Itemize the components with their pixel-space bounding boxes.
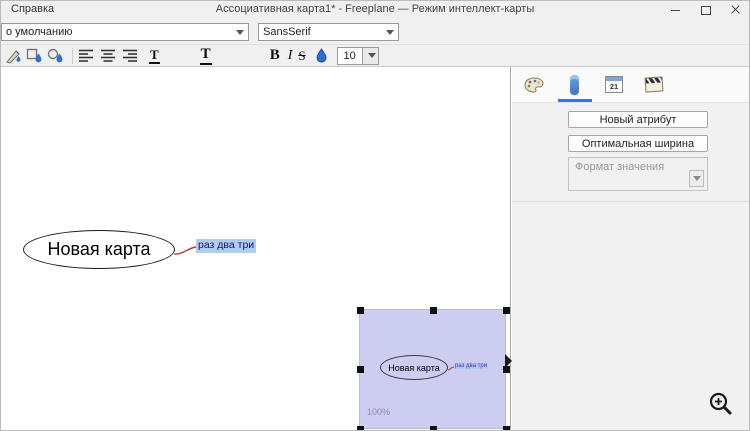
- zoom-level-label: 100%: [367, 407, 391, 417]
- titlebar: Справка Ассоциативная карта1* - Freeplan…: [1, 1, 749, 19]
- strikethrough-button[interactable]: S: [298, 46, 305, 66]
- font-size-value: 10: [336, 46, 363, 65]
- background-color-icon[interactable]: [47, 46, 64, 66]
- format-painter-icon[interactable]: [5, 46, 22, 66]
- align-center-button[interactable]: [101, 46, 117, 66]
- align-right-icon: [123, 49, 137, 62]
- panel-collapse-arrow[interactable]: [505, 354, 512, 368]
- palette-icon: [524, 76, 544, 93]
- chevron-down-icon: [236, 29, 244, 35]
- clapperboard-icon: [644, 76, 664, 93]
- resize-handle-bottom-middle[interactable]: [430, 426, 437, 430]
- resize-handle-bottom-right[interactable]: [503, 426, 510, 430]
- calendar-icon: 21: [605, 76, 623, 93]
- maximize-icon[interactable]: [701, 5, 711, 15]
- mini-root-node: Новая карта: [380, 355, 448, 380]
- node-style-dropdown[interactable]: о умолчанию: [1, 23, 249, 41]
- font-family-value: SansSerif: [263, 26, 311, 38]
- tab-attributes[interactable]: [554, 68, 594, 102]
- child-node-selected[interactable]: раз два три: [196, 239, 257, 253]
- resize-handle-top-right[interactable]: [503, 307, 510, 314]
- freeplane-window: Справка Ассоциативная карта1* - Freeplan…: [0, 0, 750, 431]
- resize-handle-top-left[interactable]: [357, 307, 364, 314]
- chevron-down-icon: [386, 29, 394, 35]
- calendar-day-number: 21: [609, 82, 619, 91]
- node-style-value: о умолчанию: [6, 26, 73, 38]
- toolbar-separator: [72, 47, 73, 64]
- text-format-large-icon: T: [199, 46, 212, 65]
- panel-tabs: 21: [512, 67, 749, 103]
- font-color-button[interactable]: [316, 46, 327, 66]
- font-size-spinner[interactable]: 10: [336, 46, 379, 65]
- panel-divider: [512, 201, 749, 202]
- tab-calendar[interactable]: 21: [594, 68, 634, 102]
- value-format-dropdown[interactable]: [689, 170, 704, 187]
- zoom-button[interactable]: [707, 390, 735, 418]
- map-canvas[interactable]: Новая карта раз два три Новая карта раз …: [1, 67, 511, 430]
- font-size-dropdown[interactable]: [362, 46, 379, 65]
- window-controls: [671, 1, 741, 19]
- node-color-icon[interactable]: [26, 46, 43, 66]
- circle-drop-icon: [47, 48, 63, 62]
- font-family-dropdown[interactable]: SansSerif: [258, 23, 399, 41]
- style-toolbar: о умолчанию SansSerif: [1, 19, 749, 45]
- resize-handle-bottom-left[interactable]: [357, 426, 364, 430]
- mini-child-node: раз два три: [454, 363, 489, 369]
- bold-button[interactable]: B: [270, 46, 280, 66]
- tab-format[interactable]: [514, 68, 554, 102]
- map-preview-box[interactable]: Новая карта раз два три 100%: [357, 307, 510, 430]
- value-format-label: Формат значения: [575, 161, 665, 173]
- close-icon[interactable]: [731, 5, 741, 15]
- minimize-icon[interactable]: [671, 5, 681, 15]
- resize-handle-middle-left[interactable]: [357, 366, 364, 373]
- edge-root-child: [173, 246, 197, 255]
- optimal-width-button[interactable]: Оптимальная ширина: [568, 135, 708, 152]
- align-right-button[interactable]: [123, 46, 139, 66]
- attributes-icon: [569, 74, 579, 95]
- bold-icon: B: [269, 47, 280, 63]
- resize-handle-top-middle[interactable]: [430, 307, 437, 314]
- text-format-icon: T: [149, 46, 160, 64]
- attributes-panel: 21 Новый атрибут Оптимальная ширина Форм…: [512, 67, 749, 430]
- active-tab-indicator: [558, 99, 592, 102]
- window-title: Ассоциативная карта1* - Freeplane — Режи…: [215, 3, 535, 15]
- root-node[interactable]: Новая карта: [23, 230, 175, 269]
- tab-scripting[interactable]: [634, 68, 674, 102]
- format-toolbar: T T B I S 10: [1, 45, 749, 67]
- pen-icon: [6, 49, 21, 64]
- new-attribute-button[interactable]: Новый атрибут: [568, 111, 708, 128]
- align-left-icon: [79, 49, 93, 62]
- align-left-button[interactable]: [79, 46, 95, 66]
- chevron-down-icon: [368, 53, 377, 58]
- magnifier-plus-icon: [709, 392, 732, 415]
- italic-button[interactable]: I: [288, 46, 293, 66]
- color-drop-icon: [316, 48, 327, 63]
- chevron-down-icon: [692, 176, 701, 181]
- value-format-group: Формат значения: [568, 157, 708, 191]
- clear-formatting-button[interactable]: T: [199, 46, 212, 66]
- strikethrough-icon: S: [298, 48, 306, 63]
- italic-icon: I: [287, 47, 293, 63]
- align-center-icon: [101, 49, 115, 62]
- format-node-text-button[interactable]: T: [149, 46, 160, 66]
- square-drop-icon: [26, 48, 42, 62]
